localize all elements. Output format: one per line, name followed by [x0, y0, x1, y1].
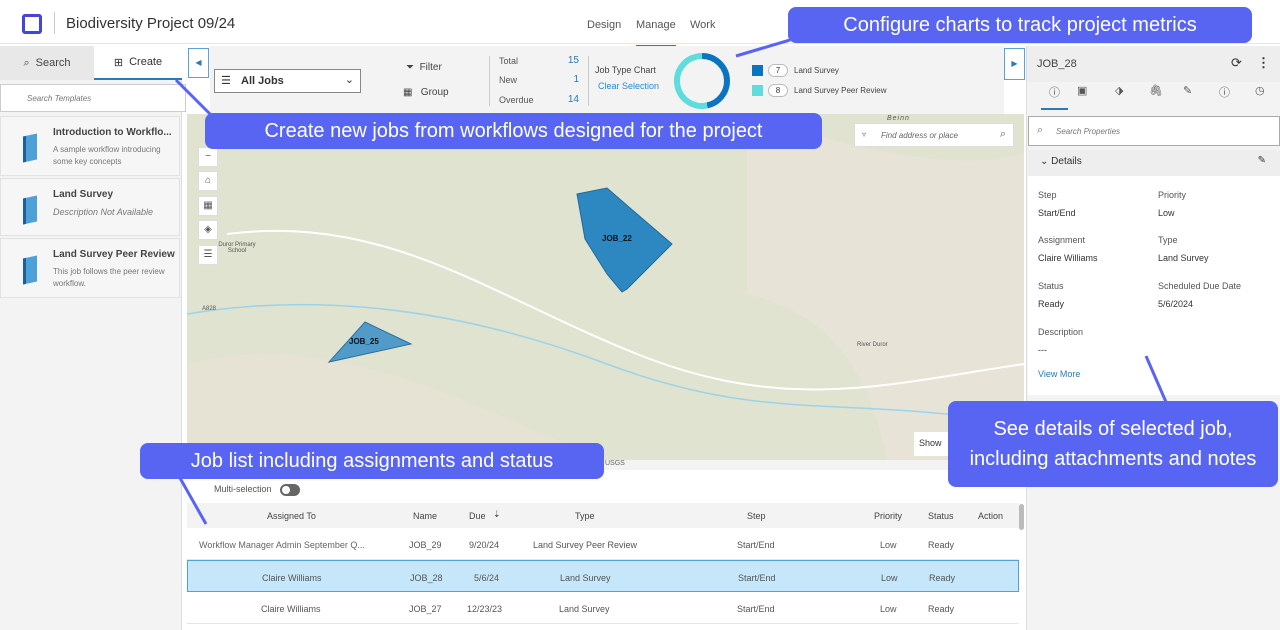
pointer-line — [174, 78, 214, 118]
pointer-line — [1144, 355, 1168, 403]
callout-create: Create new jobs from workflows designed … — [205, 113, 822, 149]
callout-charts: Configure charts to track project metric… — [788, 7, 1252, 43]
pointer-line — [178, 477, 208, 525]
pointer-line — [735, 38, 791, 58]
callout-pointers — [174, 38, 1168, 525]
callout-details: See details of selected job, including a… — [948, 401, 1278, 487]
callout-job-list: Job list including assignments and statu… — [140, 443, 604, 479]
